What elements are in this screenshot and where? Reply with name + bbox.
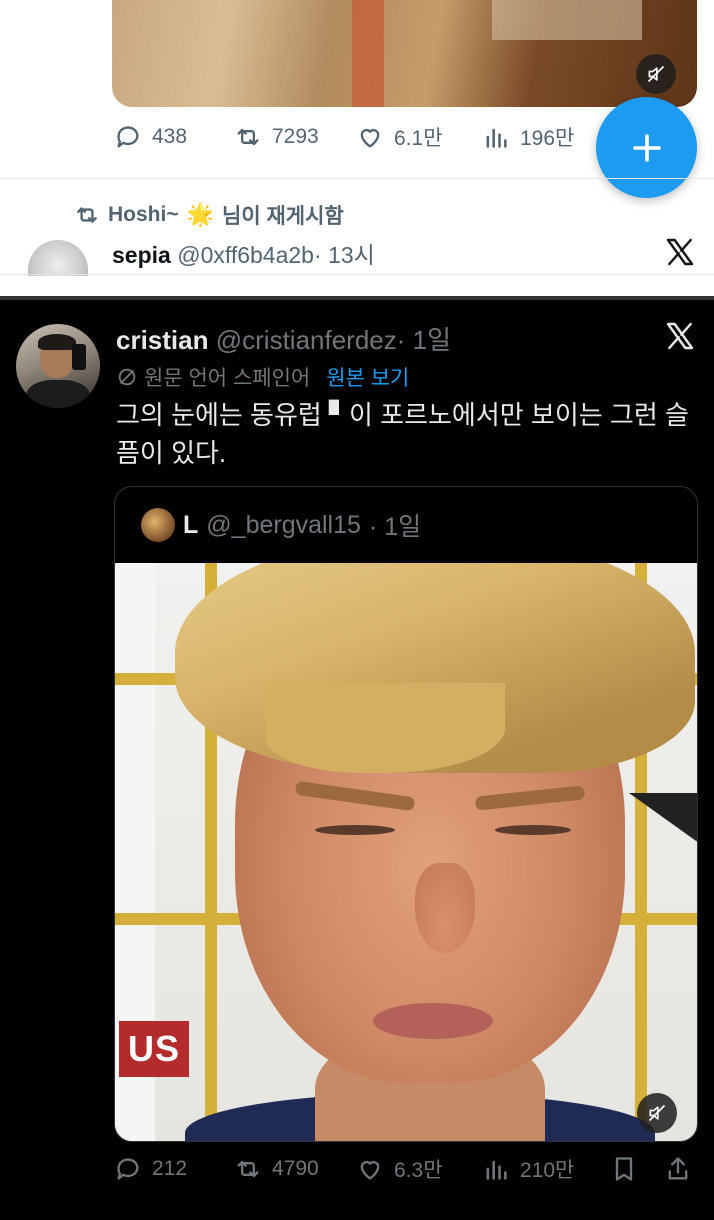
quoted-avatar[interactable] <box>141 508 175 542</box>
like-count: 6.3만 <box>394 1159 443 1182</box>
quoted-author-name[interactable]: L <box>183 511 198 540</box>
media-stripe <box>352 0 384 107</box>
person-eye <box>315 825 395 835</box>
avatar-phone <box>72 344 86 370</box>
media-box <box>492 0 642 40</box>
person-nose <box>415 863 475 953</box>
author-name[interactable]: sepia <box>112 242 171 268</box>
tweet-time: · 13시 <box>313 242 375 268</box>
plus-icon <box>632 133 661 162</box>
author-name[interactable]: cristian <box>116 325 209 355</box>
reply-button[interactable]: 212 <box>114 1155 234 1183</box>
avatar-shirt <box>26 380 90 408</box>
avatar-hair <box>38 334 76 350</box>
person-hair-fringe <box>265 683 505 773</box>
repost-user: Hoshi~ <box>108 203 179 226</box>
previous-tweet-section: 438 7293 6.1만 196만 Hoshi~ 🌟 님이 재게시함 sepi… <box>0 0 714 296</box>
repost-icon <box>237 1160 259 1178</box>
tweet-author-line: sepia @0xff6b4a2b· 13시 <box>112 236 375 270</box>
mute-button[interactable] <box>637 1093 677 1133</box>
bookmark-button[interactable] <box>610 1155 664 1183</box>
speaker-muted-icon <box>648 1104 666 1122</box>
repost-count: 7293 <box>272 125 319 148</box>
repost-suffix: 님이 재게시함 <box>222 205 344 228</box>
tweet-text: 그의 눈에는 동유럽 ▘이 포르노에서만 보이는 그런 슬픔이 있다. <box>116 400 689 468</box>
reply-icon <box>117 1158 139 1180</box>
person-lips <box>373 1003 493 1039</box>
tweet-action-bar: 438 7293 6.1만 196만 <box>114 122 574 152</box>
mute-button[interactable] <box>636 54 676 94</box>
repost-icon <box>77 207 97 223</box>
views-button[interactable]: 210만 <box>482 1154 610 1184</box>
tweet-media-video[interactable] <box>112 0 697 107</box>
like-button[interactable]: 6.3만 <box>356 1154 482 1184</box>
heart-icon <box>360 1161 380 1180</box>
translate-icon <box>118 368 136 386</box>
repost-icon <box>237 128 259 146</box>
avatar[interactable] <box>28 240 88 276</box>
quoted-author-handle[interactable]: @_bergvall15 <box>206 511 361 540</box>
tweet-divider <box>0 274 714 275</box>
reply-icon <box>117 126 139 148</box>
views-button[interactable]: 196만 <box>482 122 574 152</box>
repost-button[interactable]: 7293 <box>234 123 356 151</box>
author-handle[interactable]: @0xff6b4a2b <box>177 242 314 268</box>
tweet-author-line: cristian @cristianferdez· 1일 <box>116 320 451 357</box>
like-button[interactable]: 6.1만 <box>356 122 482 152</box>
section-separator <box>0 296 714 300</box>
like-count: 6.1만 <box>394 127 443 150</box>
avatar[interactable] <box>16 324 100 408</box>
compose-fab-button[interactable] <box>596 97 697 198</box>
repost-button[interactable]: 4790 <box>234 1155 356 1183</box>
dark-tweet-section: cristian @cristianferdez· 1일 원문 언어 스페인어 … <box>0 296 714 1220</box>
tweet-action-bar: 212 4790 6.3만 210만 <box>114 1154 704 1184</box>
translation-label: 원문 언어 스페인어 <box>144 367 311 390</box>
backdrop-logo <box>629 793 697 893</box>
author-handle[interactable]: @cristianferdez <box>216 325 397 355</box>
tweet-divider <box>0 178 714 179</box>
x-logo-icon <box>664 320 696 352</box>
share-icon <box>668 1157 688 1180</box>
reply-count: 438 <box>152 125 188 148</box>
repost-count: 4790 <box>272 1157 319 1180</box>
view-original-link[interactable]: 원본 보기 <box>326 362 409 392</box>
speaker-muted-icon <box>647 65 665 83</box>
x-logo-icon <box>664 236 696 268</box>
views-icon <box>486 1160 507 1180</box>
views-count: 210만 <box>520 1159 575 1182</box>
views-icon <box>486 128 507 148</box>
bookmark-icon <box>615 1157 633 1181</box>
translation-notice: 원문 언어 스페인어 원본 보기 <box>116 362 409 392</box>
heart-icon <box>360 129 380 148</box>
repost-notice[interactable]: Hoshi~ 🌟 님이 재게시함 <box>74 200 344 230</box>
share-button[interactable] <box>664 1155 692 1183</box>
sponsor-logo: US <box>119 1021 189 1077</box>
quoted-author-line: L @_bergvall15 · 1일 <box>141 507 421 543</box>
sparkle-emoji: 🌟 <box>186 202 215 227</box>
tweet-time: · 1일 <box>396 325 452 355</box>
quoted-tweet-card[interactable]: L @_bergvall15 · 1일 US <box>114 486 698 1142</box>
quoted-media-video[interactable]: US <box>115 563 697 1141</box>
person-eye <box>495 825 571 835</box>
views-count: 196만 <box>520 127 575 150</box>
reply-count: 212 <box>152 1157 188 1180</box>
quoted-tweet-time: · 1일 <box>368 513 422 541</box>
reply-button[interactable]: 438 <box>114 123 234 151</box>
